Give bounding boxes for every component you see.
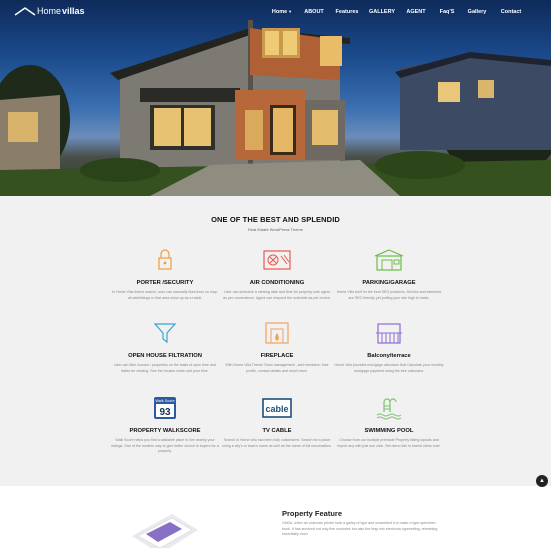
air-conditioner-icon [262, 248, 292, 272]
phone-mockup-image [120, 514, 198, 548]
feature-fireplace: FIREPLACE With Home Villa Theme Team man… [222, 321, 332, 374]
feature-text: Choose from our multiple premade Propert… [337, 438, 441, 448]
feature-porter-security: PORTER /SECURITY In Home Villa theme sea… [110, 248, 220, 301]
scroll-to-top-button[interactable]: ▲ [536, 475, 548, 487]
nav-item-features[interactable]: Features [329, 9, 365, 15]
tv-cable-icon: cable [262, 396, 292, 420]
feature-text: Home Villa provides mortgage calculator … [334, 363, 444, 373]
hero-banner: Home villas Home▼ ABOUT Features GALLERY … [0, 0, 551, 196]
feature-title: AIR CONDITIONING [249, 280, 305, 286]
nav-item-about[interactable]: ABOUT [299, 9, 329, 15]
pool-ladder-icon [374, 396, 404, 420]
feature-open-house-filtration: OPEN HOUSE FILTRATION User can filter ho… [110, 321, 220, 374]
feature-swimming-pool: SWIMMING POOL Choose from our multiple p… [334, 396, 444, 449]
feature-text: Search in Home villa has been fully cust… [222, 438, 332, 448]
feature-tv-cable: cable TV CABLE Search in Home villa has … [222, 396, 332, 449]
brand-logo[interactable]: Home villas [14, 6, 85, 16]
tv-cable-badge-text: cable [265, 404, 288, 414]
feature-title: SWIMMING POOL [364, 428, 414, 434]
feature-air-conditioning: AIR CONDITIONING User can schedule a vie… [222, 248, 332, 301]
feature-title: TV CABLE [262, 428, 292, 434]
feature-text: User can schedule a viewing date and tim… [223, 290, 331, 300]
features-section: ONE OF THE BEST AND SPLENDID Real Estate… [0, 196, 551, 486]
feature-title: PORTER /SECURITY [136, 280, 194, 286]
feature-text: In Home Villa theme search, user can man… [112, 290, 218, 300]
garage-icon [374, 248, 404, 272]
top-navigation: Home villas Home▼ ABOUT Features GALLERY … [0, 0, 551, 26]
nav-item-contact[interactable]: Contact [493, 9, 529, 15]
nav-item-faqs[interactable]: Faq'S [433, 9, 461, 15]
walkscore-icon: Walk Score 93 [150, 396, 180, 420]
balcony-icon [374, 321, 404, 345]
house-photo [0, 20, 551, 196]
property-feature-title: Property Feature [282, 509, 343, 518]
walkscore-badge-label: Walk Score [155, 399, 174, 403]
house-roof-icon [14, 6, 36, 16]
section-subtitle: Real Estate WordPress Theme [248, 227, 303, 232]
feature-text: Walk Score helps you find a walkable pla… [111, 438, 219, 454]
section-title: ONE OF THE BEST AND SPLENDID [211, 215, 340, 224]
nav-item-gallery-upper[interactable]: GALLERY [365, 9, 399, 15]
feature-text: Home Villa built for the best SEO practi… [336, 290, 442, 300]
feature-property-walkscore: Walk Score 93 PROPERTY WALKSCORE Walk Sco… [110, 396, 220, 455]
feature-text: With Home Villa Theme Team management , … [225, 363, 329, 373]
nav-item-gallery[interactable]: Gallery [461, 9, 493, 15]
brand-prefix: Home [37, 6, 62, 16]
feature-title: Balcony/terrace [367, 353, 411, 359]
feature-text: User can filter houses / properties on t… [114, 363, 216, 373]
lock-icon [150, 248, 180, 272]
nav-item-agent[interactable]: AGENT [399, 9, 433, 15]
brand-name: villas [62, 6, 85, 16]
main-menu: Home▼ ABOUT Features GALLERY AGENT Faq'S… [265, 9, 529, 15]
feature-parking-garage: PARKING/GARAGE Home Villa built for the … [334, 248, 444, 301]
walkscore-badge-value: 93 [159, 407, 171, 418]
property-feature-text: OhiOs, when an unknown printer took a ga… [282, 521, 438, 536]
feature-title: PROPERTY WALKSCORE [129, 428, 201, 434]
fireplace-icon [262, 321, 292, 345]
feature-title: PARKING/GARAGE [362, 280, 416, 286]
feature-title: FIREPLACE [260, 353, 294, 359]
nav-item-home[interactable]: Home▼ [265, 9, 299, 15]
filter-icon [150, 321, 180, 345]
feature-balcony-terrace: Balcony/terrace Home Villa provides mort… [334, 321, 444, 374]
feature-title: OPEN HOUSE FILTRATION [128, 353, 202, 359]
chevron-down-icon: ▼ [288, 9, 293, 14]
